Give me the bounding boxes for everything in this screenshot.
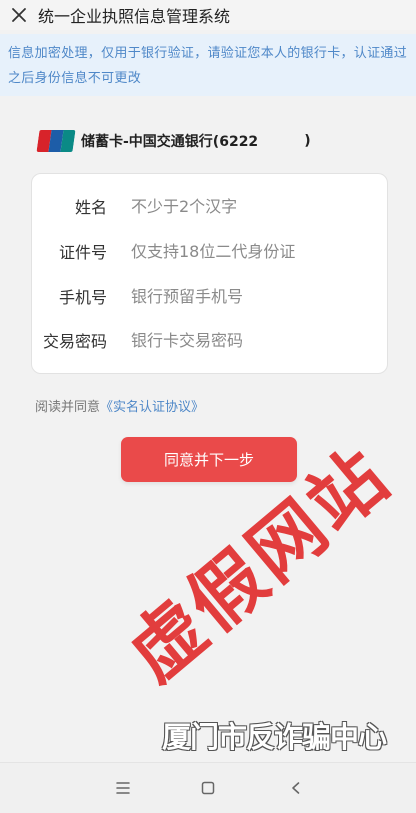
- id-number-label: 证件号: [58, 243, 107, 262]
- unionpay-logo: [36, 130, 76, 152]
- agreement-text: 阅读并同意《实名认证协议》: [35, 396, 204, 415]
- name-label: 姓名: [74, 198, 107, 217]
- home-icon[interactable]: [197, 777, 219, 799]
- agreement-prefix: 阅读并同意: [35, 400, 101, 415]
- notice-banner: 信息加密处理，仅用于银行验证，请验证您本人的银行卡，认证通过之后身份信息不可更改: [0, 34, 416, 96]
- page-title: 统一企业执照信息管理系统: [38, 7, 231, 26]
- system-nav-bar: [0, 762, 416, 813]
- bank-card-info: 储蓄卡-中国交通银行(6222 ): [36, 128, 311, 154]
- verification-form: 姓名 证件号 手机号 交易密码: [31, 173, 388, 374]
- menu-icon[interactable]: [112, 777, 134, 799]
- app-header: 统一企业执照信息管理系统: [0, 0, 416, 30]
- card-label: 储蓄卡-中国交通银行(6222: [81, 134, 259, 150]
- agreement-link[interactable]: 《实名认证协议》: [100, 400, 204, 415]
- phone-label: 手机号: [58, 288, 107, 307]
- back-icon[interactable]: [285, 777, 307, 799]
- card-number-mask: [258, 134, 305, 148]
- form-row-phone: 手机号: [32, 281, 387, 311]
- card-label-end: ): [304, 133, 311, 149]
- password-input[interactable]: [131, 330, 351, 350]
- form-row-password: 交易密码: [32, 325, 387, 355]
- id-number-input[interactable]: [131, 241, 351, 261]
- form-row-id: 证件号: [32, 236, 387, 266]
- form-row-name: 姓名: [32, 191, 387, 221]
- close-icon[interactable]: [2, 0, 36, 30]
- password-label: 交易密码: [42, 332, 107, 351]
- phone-input[interactable]: [131, 286, 351, 306]
- source-watermark: 厦门市反诈骗中心: [162, 720, 387, 754]
- name-input[interactable]: [131, 196, 351, 216]
